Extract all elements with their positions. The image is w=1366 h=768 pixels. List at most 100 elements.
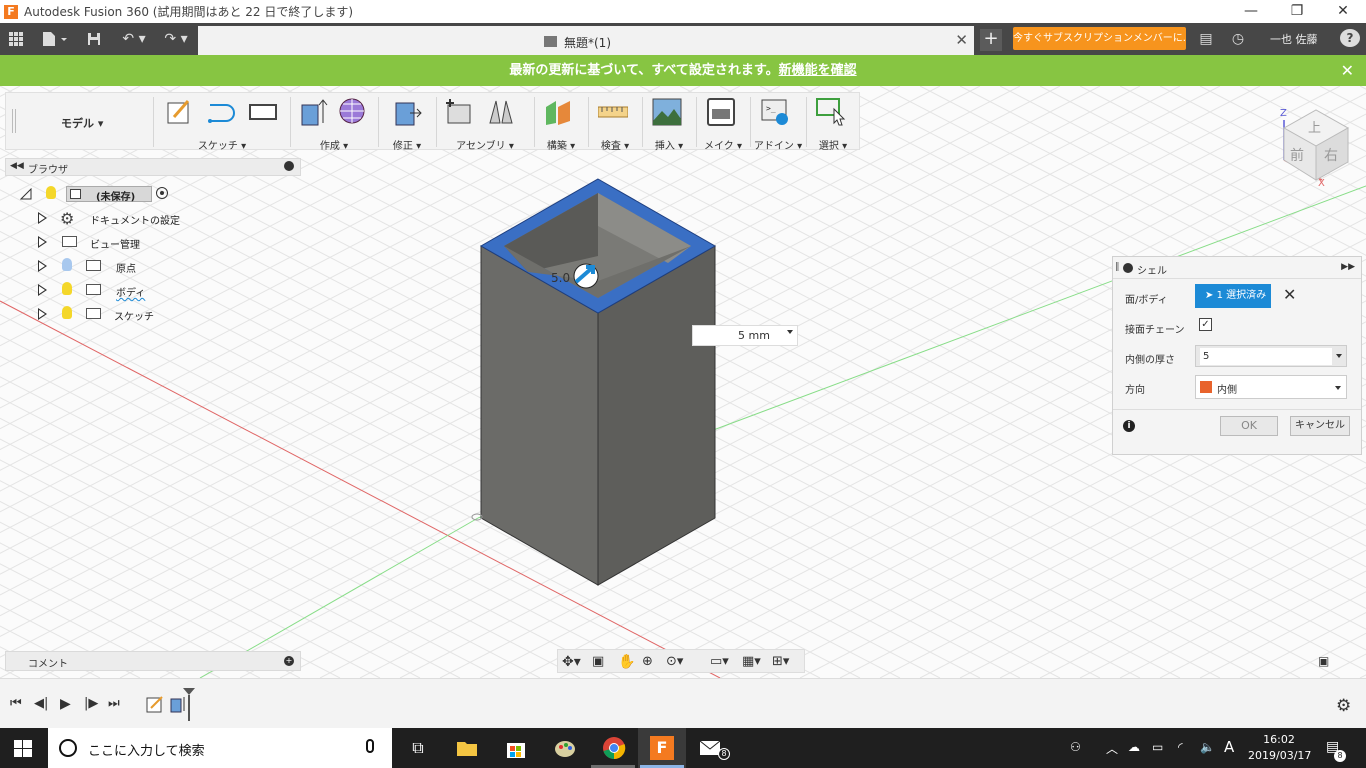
step-back-icon[interactable]: ◀|	[34, 696, 50, 712]
save-icon[interactable]	[86, 28, 102, 50]
close-banner-icon[interactable]: ✕	[1341, 55, 1354, 86]
volume-icon[interactable]: 🔈	[1200, 740, 1215, 754]
maximize-button[interactable]: ❐	[1274, 0, 1320, 23]
tangent-chain-checkbox[interactable]: ✓	[1199, 318, 1212, 331]
expand-dialog-icon[interactable]: ▶▶	[1341, 262, 1355, 272]
step-forward-icon[interactable]: |▶	[84, 696, 100, 712]
insert-group[interactable]: 挿入 ▾	[644, 93, 694, 152]
task-view-icon[interactable]: ⧉	[406, 736, 430, 760]
play-icon[interactable]: ▶	[60, 696, 76, 712]
notifications-icon[interactable]: ▤	[1196, 28, 1216, 50]
people-icon[interactable]: ⚇	[1070, 740, 1081, 754]
timeline-settings-gear-icon[interactable]: ⚙	[1336, 696, 1352, 716]
expand-icon[interactable]	[38, 308, 47, 320]
close-button[interactable]: ✕	[1320, 0, 1366, 23]
visibility-bulb-icon[interactable]	[62, 306, 72, 319]
assemble-group[interactable]: アセンブリ ▾	[440, 93, 530, 152]
activate-radio-icon[interactable]	[156, 187, 168, 199]
shell-dialog-header[interactable]: ‖ シェル ▶▶	[1113, 257, 1361, 279]
collapse-dialog-icon[interactable]	[1123, 263, 1133, 273]
go-to-end-icon[interactable]: ⏭	[108, 696, 124, 712]
viewcube-top-face[interactable]: 上	[1308, 121, 1321, 136]
thickness-arrow-icon[interactable]	[573, 263, 599, 289]
pan-hand-icon[interactable]: ✋	[618, 654, 635, 670]
expand-root-icon[interactable]	[20, 188, 32, 200]
browser-root-item[interactable]: (未保存)	[0, 184, 300, 204]
expand-icon[interactable]	[38, 284, 47, 296]
browser-item-origin[interactable]: 原点	[0, 256, 300, 276]
visibility-bulb-icon[interactable]	[62, 258, 72, 271]
new-component-icon[interactable]	[444, 97, 474, 127]
insert-image-icon[interactable]	[652, 97, 682, 127]
measure-icon[interactable]	[598, 97, 628, 127]
offset-plane-icon[interactable]	[544, 97, 574, 127]
face-selection-button[interactable]: ➤ 1 選択済み	[1195, 284, 1271, 308]
browser-item-named-views[interactable]: ビュー管理	[0, 232, 300, 252]
microphone-icon[interactable]	[366, 739, 374, 753]
extrude-icon[interactable]	[298, 97, 328, 127]
file-explorer-icon[interactable]	[455, 736, 479, 760]
undo-icon[interactable]: ↶ ▾	[118, 28, 150, 50]
browser-item-bodies[interactable]: ボディ	[0, 280, 300, 300]
minimize-button[interactable]: —	[1228, 0, 1274, 23]
browser-item-document-settings[interactable]: ⚙ ドキュメントの設定	[0, 208, 300, 228]
line-icon[interactable]	[206, 97, 236, 127]
chrome-icon[interactable]	[602, 736, 626, 760]
direction-dropdown-icon[interactable]	[1335, 386, 1341, 390]
info-icon[interactable]: i	[1123, 420, 1135, 432]
dimension-dropdown-icon[interactable]	[787, 330, 793, 334]
look-at-icon[interactable]: ▣	[592, 654, 608, 670]
addins-group[interactable]: >_ アドイン ▾	[752, 93, 804, 152]
job-status-icon[interactable]: ◷	[1228, 28, 1248, 50]
rectangle-icon[interactable]	[248, 97, 278, 127]
clock[interactable]: 16:02 2019/03/17	[1248, 732, 1311, 764]
scripts-addins-icon[interactable]: >_	[760, 97, 790, 127]
workspace-mode-dropdown[interactable]: モデル ▾	[61, 115, 103, 131]
direction-select[interactable]: 内側	[1195, 375, 1347, 399]
orbit-icon[interactable]: ✥▾	[562, 654, 581, 670]
canvas-viewport[interactable]: 5.0 モデル ▾ スケッチ ▾ 作成 ▾ 修正 ▾ アセンブリ ▾ 構築 ▾ …	[0, 86, 1366, 678]
taskbar-search-box[interactable]: ここに入力して検索	[48, 728, 392, 768]
redo-icon[interactable]: ↷ ▾	[160, 28, 192, 50]
form-icon[interactable]	[338, 97, 368, 127]
new-tab-button[interactable]: +	[980, 29, 1002, 51]
whats-new-link[interactable]: 新機能を確認	[779, 63, 857, 78]
display-settings-icon[interactable]: ▭▾	[710, 654, 738, 670]
press-pull-icon[interactable]	[392, 97, 422, 127]
help-icon[interactable]: ?	[1340, 29, 1360, 47]
fit-icon[interactable]: ⊙▾	[666, 654, 694, 670]
browser-panel-header[interactable]: ◀◀ ブラウザ	[5, 158, 301, 176]
battery-icon[interactable]: ▭	[1152, 740, 1163, 754]
go-to-start-icon[interactable]: ⏮	[10, 696, 26, 712]
user-account[interactable]: 一也 佐藤	[1270, 31, 1318, 47]
document-tab[interactable]: 無題*(1) ✕	[198, 26, 974, 55]
cancel-button[interactable]: キャンセル	[1290, 416, 1350, 436]
expand-icon[interactable]	[38, 236, 47, 248]
dialog-grip-icon[interactable]: ‖	[1115, 262, 1120, 272]
timeline-marker-icon[interactable]	[182, 687, 196, 721]
select-icon[interactable]	[816, 97, 846, 127]
timeline-sketch-feature-icon[interactable]	[146, 695, 164, 713]
comments-panel-header[interactable]: コメント +	[5, 651, 301, 671]
wifi-icon[interactable]: ◜	[1178, 740, 1183, 754]
select-group[interactable]: 選択 ▾	[808, 93, 858, 152]
file-menu-icon[interactable]	[40, 28, 70, 50]
joint-icon[interactable]	[486, 97, 516, 127]
collapse-browser-icon[interactable]: ◀◀	[10, 161, 24, 171]
visibility-bulb-icon[interactable]	[62, 282, 72, 295]
create-sketch-icon[interactable]	[164, 97, 194, 127]
thickness-dropdown-icon[interactable]	[1336, 354, 1342, 358]
create-group[interactable]: 作成 ▾	[294, 93, 374, 152]
viewport-layout-icon[interactable]: ▣	[1318, 654, 1329, 668]
fusion-360-taskbar-icon[interactable]: F	[650, 736, 674, 760]
grid-settings-icon[interactable]: ▦▾	[742, 654, 770, 670]
ime-indicator[interactable]: A	[1224, 738, 1234, 756]
data-panel-grid-icon[interactable]	[6, 28, 26, 50]
thickness-dimension-input[interactable]: 5 mm	[692, 325, 798, 346]
close-tab-icon[interactable]: ✕	[955, 31, 968, 49]
windows-start-icon[interactable]	[14, 740, 32, 757]
sketch-group[interactable]: スケッチ ▾	[158, 93, 286, 152]
add-comment-icon[interactable]: +	[284, 656, 294, 666]
inside-thickness-input[interactable]: 5	[1200, 348, 1332, 365]
viewcube-front-face[interactable]: 前	[1290, 147, 1304, 164]
